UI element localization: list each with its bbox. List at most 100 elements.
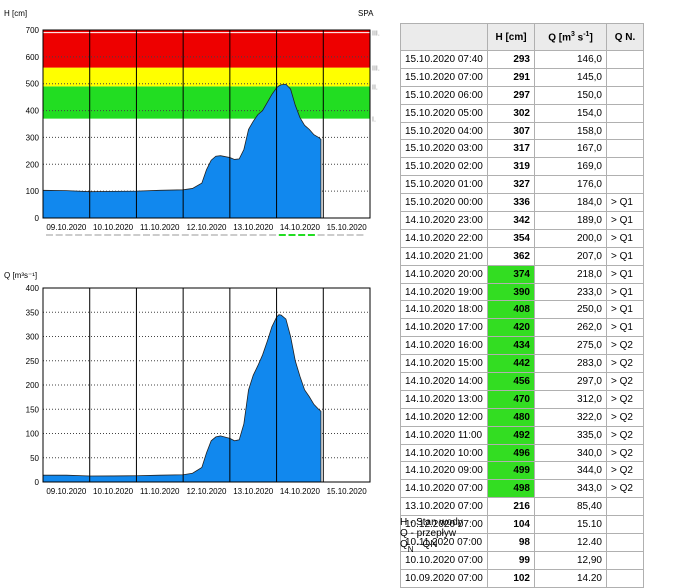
table-row: 15.10.2020 00:00 336 184,0 > Q1 <box>400 193 644 213</box>
table-row: 15.10.2020 05:00 302 154,0 <box>400 103 644 123</box>
cell-datetime: 14.10.2020 15:00 <box>400 354 488 374</box>
cell-h: 302 <box>487 103 535 123</box>
table-row: 15.10.2020 07:00 291 145,0 <box>400 67 644 87</box>
station-label: SPA <box>358 9 374 18</box>
timeline-segment <box>356 234 364 236</box>
cell-q: 12,90 <box>534 550 607 570</box>
x-tick-label: 09.10.2020 <box>46 223 87 232</box>
table-row: 14.10.2020 13:00 470 312,0 > Q2 <box>400 389 644 409</box>
cell-qn: > Q2 <box>606 354 644 374</box>
cell-h: 442 <box>487 354 535 374</box>
y-tick-label: 400 <box>26 284 40 293</box>
y-axis-label: Q [m³s⁻¹] <box>4 271 37 280</box>
timeline-segment <box>317 234 325 236</box>
y-tick-label: 0 <box>35 478 40 487</box>
x-tick-label: 10.10.2020 <box>93 223 134 232</box>
cell-qn <box>606 157 644 177</box>
cell-qn <box>606 103 644 123</box>
cell-h: 319 <box>487 157 535 177</box>
cell-datetime: 15.10.2020 07:40 <box>400 50 488 69</box>
cell-h: 456 <box>487 372 535 391</box>
x-tick-label: 14.10.2020 <box>280 487 321 496</box>
timeline-segment <box>337 234 344 236</box>
table-row: 14.10.2020 11:00 492 335,0 > Q2 <box>400 425 644 445</box>
table-row: 14.10.2020 09:00 499 344,0 > Q2 <box>400 461 644 481</box>
timeline-segment <box>259 234 267 236</box>
cell-qn: > Q1 <box>606 282 644 302</box>
y-tick-label: 300 <box>26 333 40 342</box>
cell-h: 307 <box>487 121 535 141</box>
y-tick-label: 350 <box>26 308 40 317</box>
y-tick-label: 600 <box>26 53 40 62</box>
cell-q: 262,0 <box>534 318 607 338</box>
table-row: 10.09.2020 07:00 102 14.20 <box>400 568 644 588</box>
cell-q: 297,0 <box>534 372 607 391</box>
cell-q: 189,0 <box>534 211 607 230</box>
table-row: 10.10.2020 07:00 99 12,90 <box>400 550 644 570</box>
y-tick-label: 0 <box>35 214 40 223</box>
timeline-segment <box>172 234 180 236</box>
cell-datetime: 14.10.2020 07:00 <box>400 479 488 499</box>
cell-datetime: 14.10.2020 23:00 <box>400 211 488 230</box>
timeline-segment <box>240 234 247 236</box>
cell-datetime: 13.10.2020 07:00 <box>400 497 488 517</box>
cell-datetime: 14.10.2020 22:00 <box>400 228 488 248</box>
cell-qn: > Q1 <box>606 193 644 213</box>
cell-h: 420 <box>487 318 535 338</box>
y-tick-label: 150 <box>26 405 40 414</box>
cell-datetime: 14.10.2020 16:00 <box>400 336 488 356</box>
x-tick-label: 11.10.2020 <box>140 487 180 496</box>
cell-datetime: 14.10.2020 10:00 <box>400 443 488 463</box>
timeline-segment <box>307 234 315 236</box>
cell-qn: > Q2 <box>606 389 644 409</box>
table-row: 14.10.2020 10:00 496 340,0 > Q2 <box>400 443 644 463</box>
cell-datetime: 14.10.2020 12:00 <box>400 407 488 427</box>
cell-q: 167,0 <box>534 139 607 159</box>
table-row: 14.10.2020 21:00 362 207,0 > Q1 <box>400 246 644 266</box>
col-h-header: H [cm] <box>487 23 535 51</box>
cell-q: 158,0 <box>534 121 607 141</box>
cell-h: 354 <box>487 228 535 248</box>
level-label: III.! <box>372 31 380 38</box>
x-tick-label: 15.10.2020 <box>327 487 368 496</box>
cell-qn <box>606 515 644 535</box>
cell-h: 498 <box>487 479 535 499</box>
cell-h: 499 <box>487 461 535 481</box>
discharge-chart: 0 50 100 150 200 250 300 350 400 09.10.2020 10.10.… <box>4 271 371 496</box>
cell-datetime: 15.10.2020 06:00 <box>400 85 488 105</box>
timeline-segment <box>133 234 141 236</box>
y-tick-label: 300 <box>26 133 40 142</box>
level-zone-2 <box>43 67 370 87</box>
cell-h: 293 <box>487 50 535 69</box>
cell-q: 14.20 <box>534 568 607 588</box>
cell-qn: > Q2 <box>606 479 644 499</box>
cell-h: 291 <box>487 67 535 87</box>
timeline-segment <box>230 234 238 236</box>
table-row: 15.10.2020 02:00 319 169,0 <box>400 157 644 177</box>
cell-qn: > Q1 <box>606 211 644 230</box>
cell-qn <box>606 497 644 517</box>
x-tick-label: 13.10.2020 <box>233 487 274 496</box>
cell-qn <box>606 568 644 588</box>
x-tick-label: 11.10.2020 <box>140 223 180 232</box>
cell-datetime: 10.09.2020 07:00 <box>400 568 488 588</box>
cell-qn: > Q2 <box>606 461 644 481</box>
cell-datetime: 15.10.2020 00:00 <box>400 193 488 213</box>
timeline-segment <box>65 234 73 236</box>
cell-h: 470 <box>487 389 535 409</box>
cell-datetime: 15.10.2020 01:00 <box>400 175 488 195</box>
cell-qn: > Q1 <box>606 318 644 338</box>
cell-datetime: 10.10.2020 07:00 <box>400 550 488 570</box>
y-tick-label: 50 <box>30 454 39 463</box>
table-row: 15.10.2020 06:00 297 150,0 <box>400 85 644 105</box>
cell-qn: > Q2 <box>606 372 644 391</box>
x-tick-label: 13.10.2020 <box>233 223 274 232</box>
timeline-segment <box>84 234 92 236</box>
table-row: 14.10.2020 23:00 342 189,0 > Q1 <box>400 211 644 230</box>
cell-datetime: 15.10.2020 07:00 <box>400 67 488 87</box>
cell-h: 297 <box>487 85 535 105</box>
legend-qn: QN - QN <box>400 539 438 554</box>
cell-q: 340,0 <box>534 443 607 463</box>
cell-h: 496 <box>487 443 535 463</box>
cell-q: 150,0 <box>534 85 607 105</box>
